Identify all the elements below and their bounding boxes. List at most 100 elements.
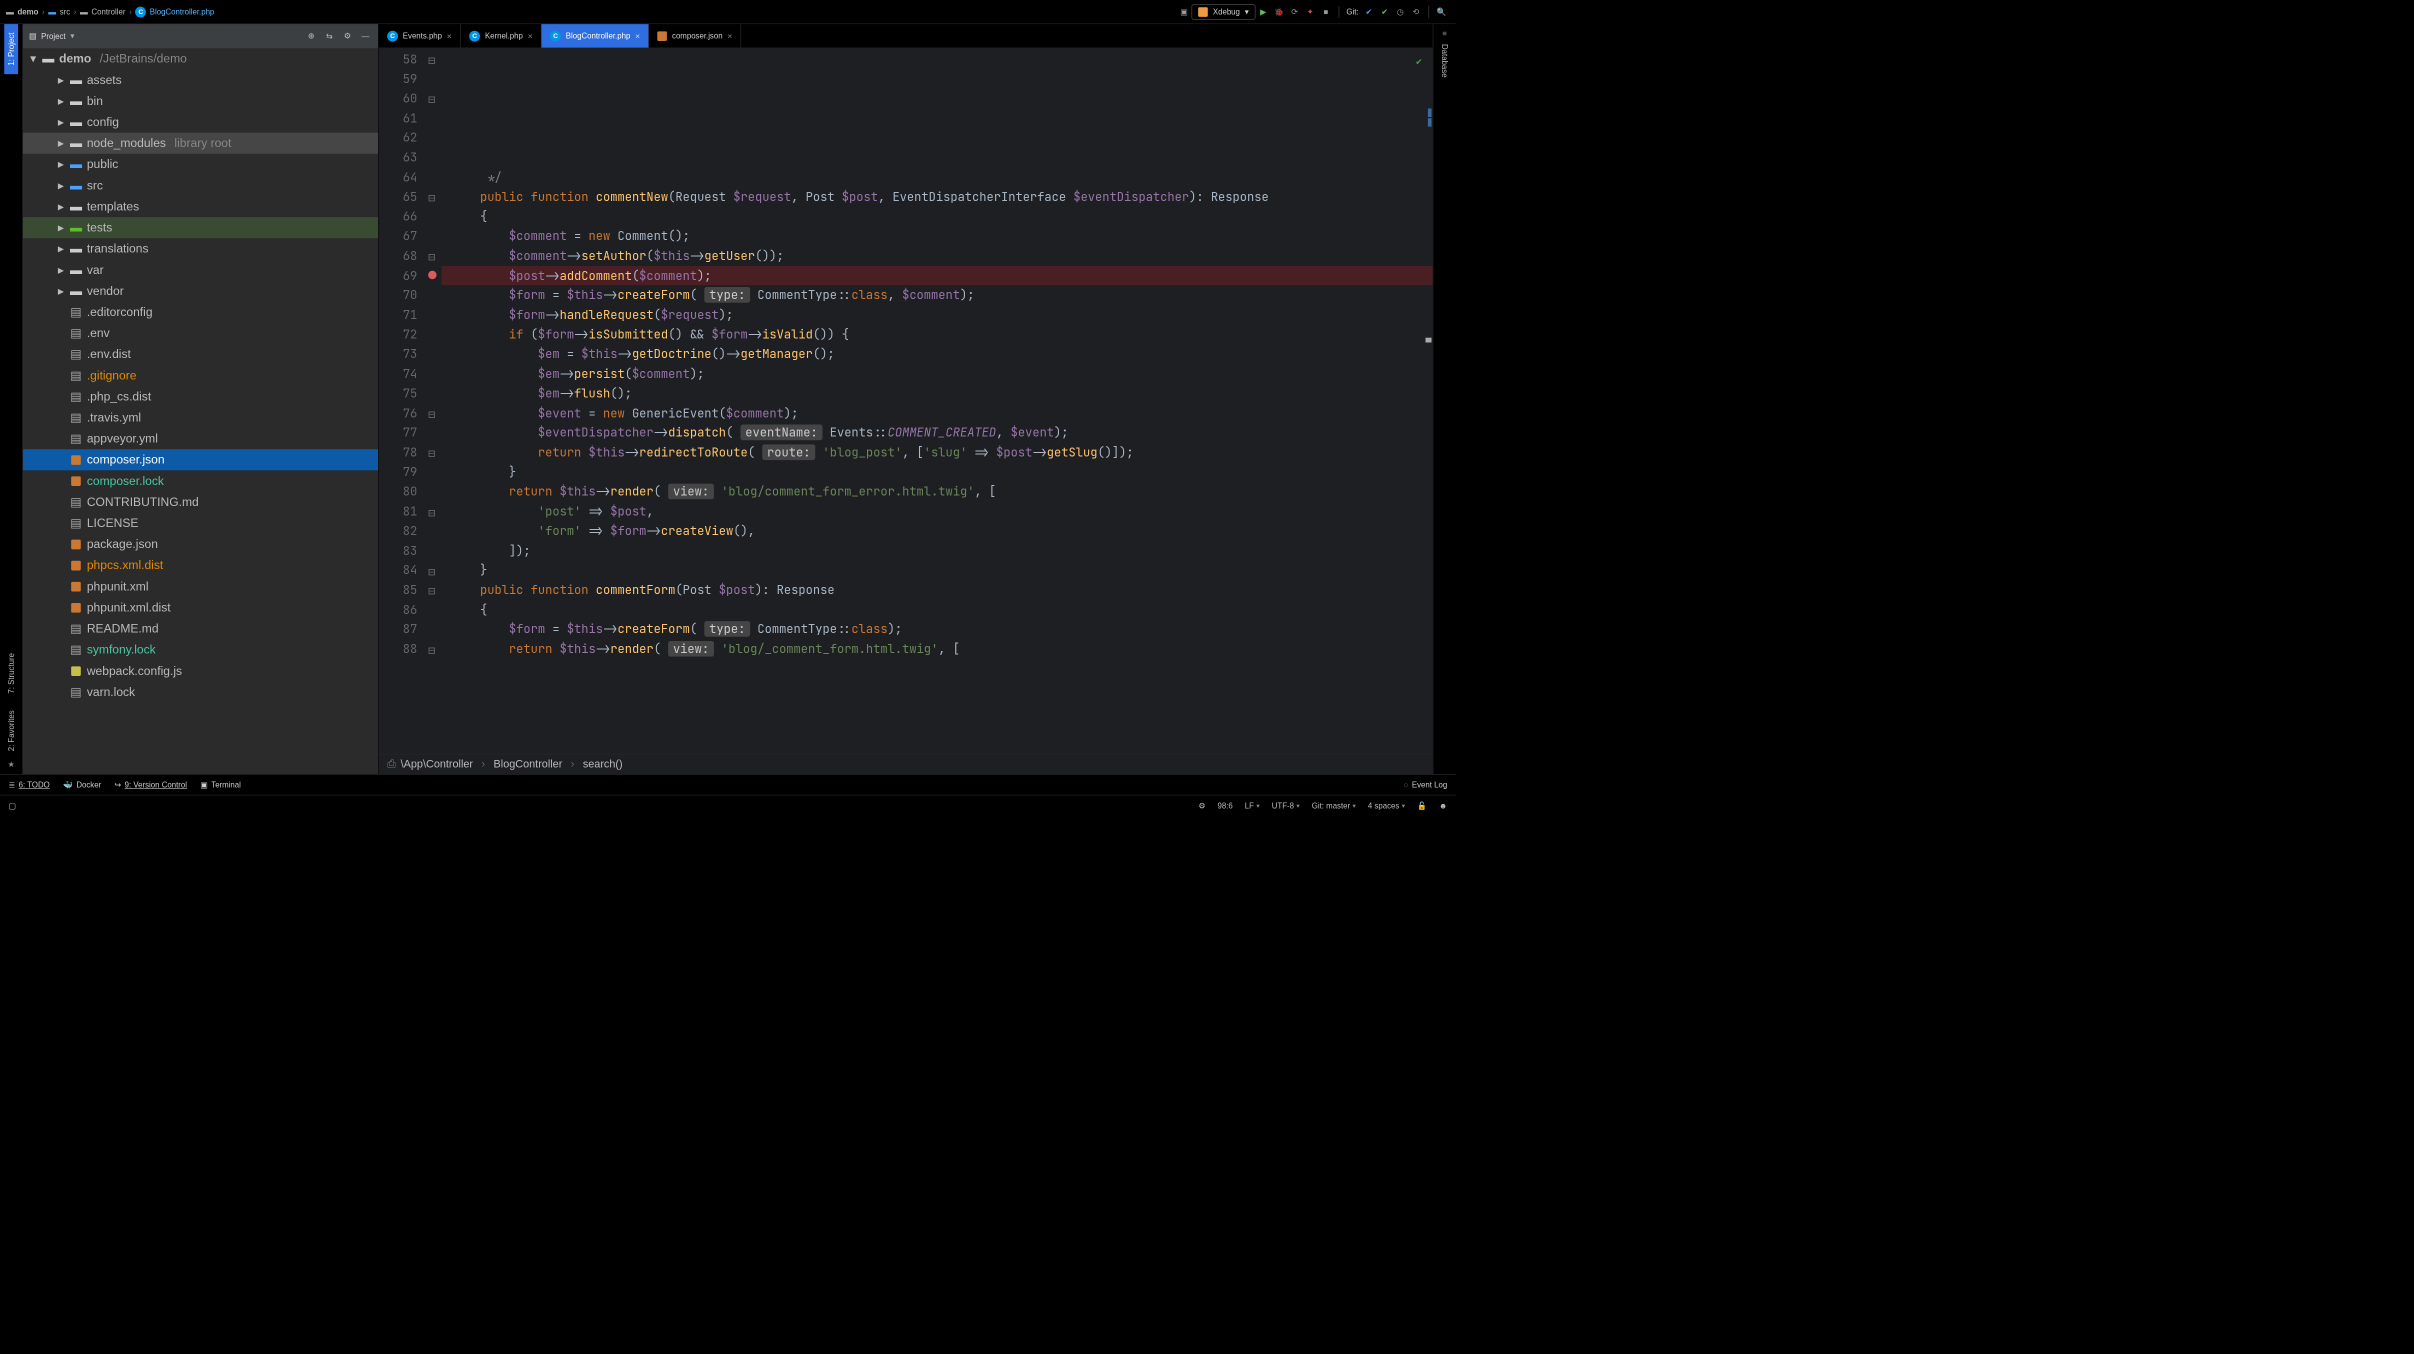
project-view-selector[interactable]: ▤ Project ▾ <box>29 31 300 41</box>
breadcrumb-src[interactable]: ▬ src <box>48 7 70 16</box>
fold-icon[interactable]: ⊟ <box>428 404 435 424</box>
line-number[interactable]: 67 <box>379 226 418 246</box>
tree-item[interactable]: composer.json <box>23 449 378 470</box>
revert-icon[interactable]: ⟲ <box>1408 4 1424 20</box>
code-line[interactable]: 'post' => $post, <box>441 501 1432 521</box>
editor-tab[interactable]: CEvents.php× <box>379 24 461 48</box>
code-line[interactable]: } <box>441 560 1432 580</box>
editor-tab[interactable]: CKernel.php× <box>461 24 542 48</box>
tree-item[interactable]: ▤.env <box>23 323 378 344</box>
code-line[interactable]: return $this->render( view: 'blog/commen… <box>441 482 1432 502</box>
tool-tab-eventlog[interactable]: ◌ Event Log <box>1404 780 1448 789</box>
vcs-update-button[interactable]: ✔ <box>1361 4 1377 20</box>
status-encoding[interactable]: UTF-8 <box>1272 801 1300 810</box>
fold-icon[interactable]: ⊟ <box>428 562 435 582</box>
tree-item[interactable]: ▤CONTRIBUTING.md <box>23 491 378 512</box>
fold-icon[interactable]: ⊟ <box>428 247 435 267</box>
tree-item[interactable]: ▤appveyor.yml <box>23 428 378 449</box>
line-number[interactable]: 64 <box>379 167 418 187</box>
tree-item[interactable]: ▸▬node_moduleslibrary root <box>23 133 378 154</box>
line-number[interactable]: 85 <box>379 580 418 600</box>
line-number[interactable]: 73 <box>379 344 418 364</box>
fold-icon[interactable]: ⊟ <box>428 188 435 208</box>
line-number[interactable]: 82 <box>379 521 418 541</box>
history-icon[interactable]: ◷ <box>1392 4 1408 20</box>
line-number[interactable]: 65 <box>379 187 418 207</box>
tree-item[interactable]: ▸▬var <box>23 259 378 280</box>
status-indent[interactable]: 4 spaces <box>1368 801 1405 810</box>
tool-tab-structure[interactable]: 7: Structure <box>4 645 18 702</box>
inspection-ok-icon[interactable]: ✔ <box>1416 52 1422 72</box>
line-number[interactable]: 72 <box>379 325 418 345</box>
tree-item[interactable]: phpunit.xml <box>23 576 378 597</box>
editor-gutter[interactable]: ⊟⊟⊟⊟⊟⊟⊟⊟⊟⊟ 58596061626364656667686970717… <box>379 48 442 754</box>
tree-item[interactable]: ▤.gitignore <box>23 365 378 386</box>
breadcrumb-file[interactable]: C BlogController.php <box>135 6 214 17</box>
tree-item[interactable]: composer.lock <box>23 470 378 491</box>
line-number[interactable]: 75 <box>379 384 418 404</box>
code-line[interactable]: $event = new GenericEvent($comment); <box>441 403 1432 423</box>
tree-item[interactable]: phpunit.xml.dist <box>23 597 378 618</box>
search-icon[interactable]: 🔍 <box>1434 4 1450 20</box>
marker[interactable] <box>1428 118 1432 126</box>
tool-tab-favorites[interactable]: 2: Favorites <box>4 702 18 760</box>
collapse-icon[interactable]: ⇆ <box>323 30 336 43</box>
code-line[interactable]: public function commentNew(Request $requ… <box>441 187 1432 207</box>
line-number[interactable]: 80 <box>379 482 418 502</box>
status-inspections-icon[interactable]: ☻ <box>1439 801 1447 810</box>
line-number[interactable]: 84 <box>379 560 418 580</box>
code-line[interactable]: 'form' => $form->createView(), <box>441 521 1432 541</box>
code-line[interactable]: ]); <box>441 541 1432 561</box>
tree-item[interactable]: ▤.env.dist <box>23 344 378 365</box>
code-line[interactable]: $form = $this->createForm( type: Comment… <box>441 285 1432 305</box>
tree-item[interactable]: ▤README.md <box>23 618 378 639</box>
tree-item[interactable]: ▤LICENSE <box>23 513 378 534</box>
code-area[interactable]: ✔ */ public function commentNew(Request … <box>441 48 1432 754</box>
fold-icon[interactable]: ⊟ <box>428 640 435 660</box>
line-number[interactable]: 81 <box>379 501 418 521</box>
code-line[interactable]: if ($form->isSubmitted() && $form->isVal… <box>441 325 1432 345</box>
status-toolwindows-icon[interactable]: ▢ <box>8 801 15 811</box>
line-number[interactable]: 76 <box>379 403 418 423</box>
close-icon[interactable]: × <box>528 31 533 41</box>
breakpoint-icon[interactable] <box>428 271 436 279</box>
code-line[interactable]: $em = $this->getDoctrine()->getManager()… <box>441 344 1432 364</box>
code-line[interactable]: $eventDispatcher->dispatch( eventName: E… <box>441 423 1432 443</box>
code-line[interactable]: $form = $this->createForm( type: Comment… <box>441 619 1432 639</box>
line-number[interactable]: 71 <box>379 305 418 325</box>
tree-item[interactable]: phpcs.xml.dist <box>23 555 378 576</box>
tree-root[interactable]: ▾ ▬ demo /JetBrains/demo <box>23 48 378 69</box>
tool-tab-project[interactable]: 1: Project <box>4 24 18 74</box>
editor-breadcrumb[interactable]: ⎙ \App\Controller › BlogController › sea… <box>379 754 1433 775</box>
code-line[interactable]: */ <box>441 167 1432 187</box>
tree-item[interactable]: ▤symfony.lock <box>23 639 378 660</box>
code-line[interactable]: } <box>441 462 1432 482</box>
line-number[interactable]: 79 <box>379 462 418 482</box>
tree-item[interactable]: package.json <box>23 534 378 555</box>
line-number[interactable]: 62 <box>379 128 418 148</box>
code-line[interactable]: { <box>441 207 1432 227</box>
code-line[interactable]: $post->addComment($comment); <box>441 266 1432 286</box>
project-tree[interactable]: ▾ ▬ demo /JetBrains/demo ▸▬assets▸▬bin▸▬… <box>23 48 378 774</box>
close-icon[interactable]: × <box>635 31 640 41</box>
line-number[interactable]: 66 <box>379 207 418 227</box>
line-number[interactable]: 74 <box>379 364 418 384</box>
fold-icon[interactable]: ⊟ <box>428 444 435 464</box>
line-number[interactable]: 60 <box>379 89 418 109</box>
gear-icon[interactable]: ⚙ <box>341 30 354 43</box>
close-icon[interactable]: × <box>727 31 732 41</box>
line-number[interactable]: 87 <box>379 619 418 639</box>
tree-item[interactable]: ▸▬vendor <box>23 280 378 301</box>
code-line[interactable]: $comment->setAuthor($this->getUser()); <box>441 246 1432 266</box>
editor-tab[interactable]: composer.json× <box>649 24 741 48</box>
breadcrumb-controller[interactable]: ▬ Controller <box>80 7 125 16</box>
tree-item[interactable]: ▤.php_cs.dist <box>23 386 378 407</box>
line-number[interactable]: 69 <box>379 266 418 286</box>
status-git-branch[interactable]: Git: master <box>1312 801 1356 810</box>
run-config-selector[interactable]: Xdebug ▾ <box>1192 4 1256 20</box>
fold-icon[interactable]: ⊟ <box>428 503 435 523</box>
status-line-ending[interactable]: LF <box>1245 801 1260 810</box>
tree-item[interactable]: ▸▬tests <box>23 217 378 238</box>
editor-tab[interactable]: CBlogController.php× <box>542 24 649 48</box>
tool-tab-todo[interactable]: ≣ 6: TODO <box>8 780 49 790</box>
